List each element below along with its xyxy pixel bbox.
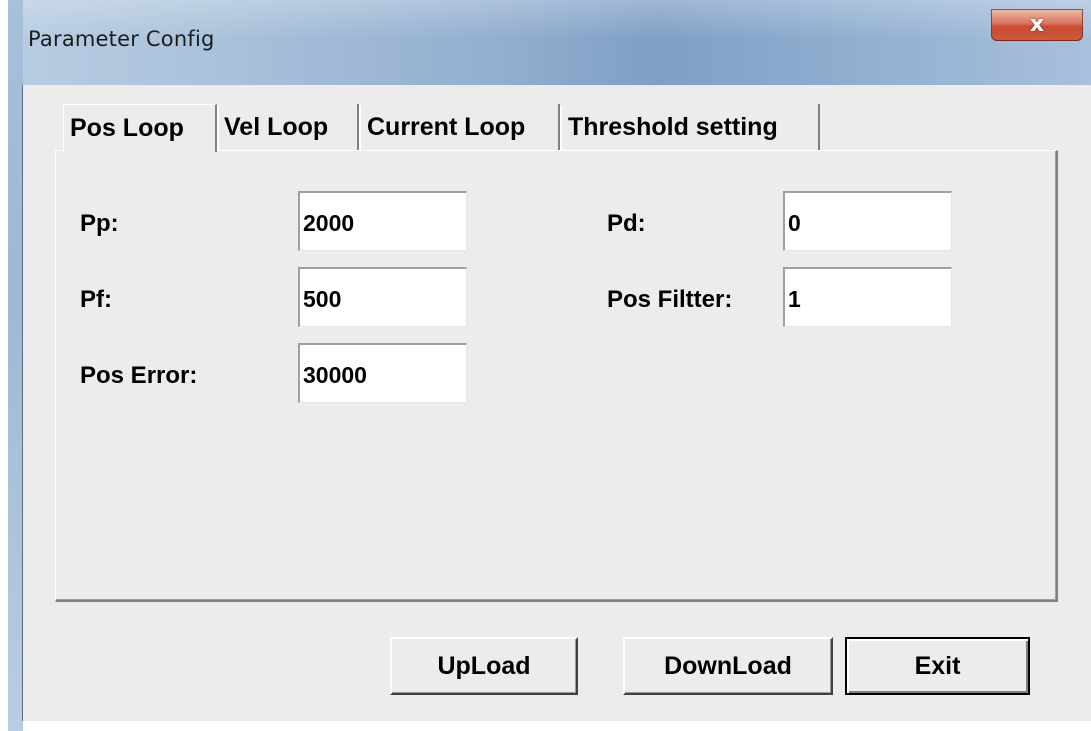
tab-label: Current Loop [367, 112, 526, 141]
pos-filter-label: Pos Filtter: [607, 286, 733, 313]
tab-divider [359, 106, 361, 150]
tab-divider [217, 106, 219, 150]
tab-label: Pos Loop [70, 114, 184, 142]
pos-filter-input[interactable] [783, 267, 952, 327]
exit-button-label: Exit [914, 651, 961, 680]
pf-label: Pf: [80, 286, 112, 313]
close-button[interactable]: x [991, 9, 1083, 41]
exit-button[interactable]: Exit [845, 637, 1030, 695]
pp-label: Pp: [80, 210, 119, 237]
frame-divider [22, 85, 23, 721]
tab-label: Threshold setting [568, 112, 778, 141]
title-bar: Parameter Config x [8, 0, 1091, 85]
pf-input[interactable] [298, 267, 467, 327]
tab-label: Vel Loop [224, 112, 329, 141]
pos-error-label: Pos Error: [80, 362, 198, 389]
pd-input[interactable] [783, 191, 952, 251]
close-icon[interactable]: x [1030, 14, 1044, 36]
tab-current-loop[interactable]: Current Loop [361, 104, 560, 150]
window-title: Parameter Config [28, 27, 215, 51]
pp-input[interactable] [298, 191, 467, 251]
tab-divider [560, 106, 562, 150]
upload-button[interactable]: UpLoad [390, 637, 578, 695]
tab-threshold-setting[interactable]: Threshold setting [562, 104, 820, 150]
tab-pos-loop[interactable]: Pos Loop [63, 104, 217, 152]
window-frame-left [8, 0, 23, 731]
pos-error-input[interactable] [298, 343, 467, 403]
pd-label: Pd: [607, 210, 646, 237]
download-button-label: DownLoad [664, 651, 792, 680]
tab-vel-loop[interactable]: Vel Loop [218, 104, 359, 150]
download-button[interactable]: DownLoad [623, 637, 833, 695]
upload-button-label: UpLoad [437, 651, 531, 680]
